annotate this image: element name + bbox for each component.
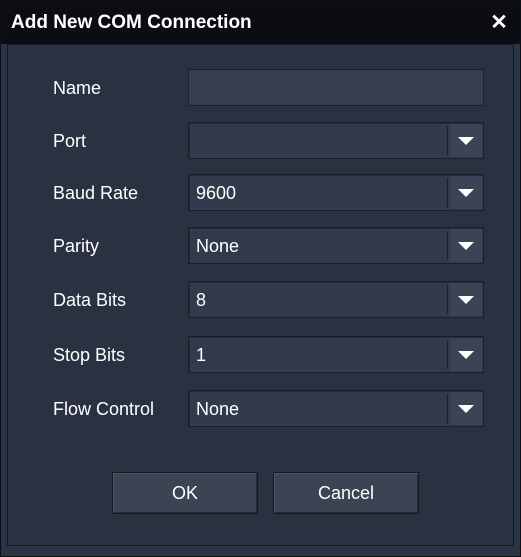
stop-bits-select-divider <box>447 340 448 369</box>
data-bits-label: Data Bits <box>53 290 127 310</box>
name-label: Name <box>53 78 102 98</box>
chevron-down-icon <box>458 351 474 359</box>
dialog-title: Add New COM Connection <box>11 12 252 33</box>
flow-control-select-value: None <box>196 399 240 419</box>
port-select-divider <box>447 126 448 155</box>
close-icon[interactable]: ✕ <box>486 10 512 36</box>
title-bar[interactable]: Add New COM Connection ✕ <box>1 1 520 44</box>
parity-label: Parity <box>53 236 100 256</box>
flow-control-dropdown-button[interactable] <box>450 392 482 425</box>
flow-control-select[interactable]: None <box>188 390 484 427</box>
add-com-connection-dialog: Add New COM Connection ✕ Name Port Baud … <box>0 0 521 557</box>
parity-select-divider <box>447 231 448 260</box>
flow-control-select-divider <box>447 394 448 423</box>
port-select[interactable] <box>188 122 484 159</box>
baud-rate-label: Baud Rate <box>53 183 139 203</box>
port-dropdown-button[interactable] <box>450 124 482 157</box>
chevron-down-icon <box>458 296 474 304</box>
chevron-down-icon <box>458 189 474 197</box>
stop-bits-dropdown-button[interactable] <box>450 338 482 371</box>
port-label: Port <box>53 131 87 151</box>
dialog-body: Name Port Baud Rate 9600 Parity None Dat… <box>7 44 514 546</box>
stop-bits-select-value: 1 <box>196 345 207 365</box>
data-bits-dropdown-button[interactable] <box>450 283 482 316</box>
name-input[interactable] <box>188 69 484 106</box>
baud-rate-select-value: 9600 <box>196 183 237 203</box>
data-bits-select[interactable]: 8 <box>188 281 484 318</box>
chevron-down-icon <box>458 137 474 145</box>
baud-rate-select-divider <box>447 178 448 207</box>
parity-dropdown-button[interactable] <box>450 229 482 262</box>
ok-button[interactable]: OK <box>112 472 258 514</box>
cancel-button[interactable]: Cancel <box>273 472 419 514</box>
parity-select-value: None <box>196 236 240 256</box>
data-bits-select-value: 8 <box>196 290 207 310</box>
data-bits-select-divider <box>447 285 448 314</box>
stop-bits-label: Stop Bits <box>53 345 126 365</box>
chevron-down-icon <box>458 405 474 413</box>
baud-rate-select[interactable]: 9600 <box>188 174 484 211</box>
chevron-down-icon <box>458 242 474 250</box>
baud-rate-dropdown-button[interactable] <box>450 176 482 209</box>
stop-bits-select[interactable]: 1 <box>188 336 484 373</box>
parity-select[interactable]: None <box>188 227 484 264</box>
flow-control-label: Flow Control <box>53 399 155 419</box>
